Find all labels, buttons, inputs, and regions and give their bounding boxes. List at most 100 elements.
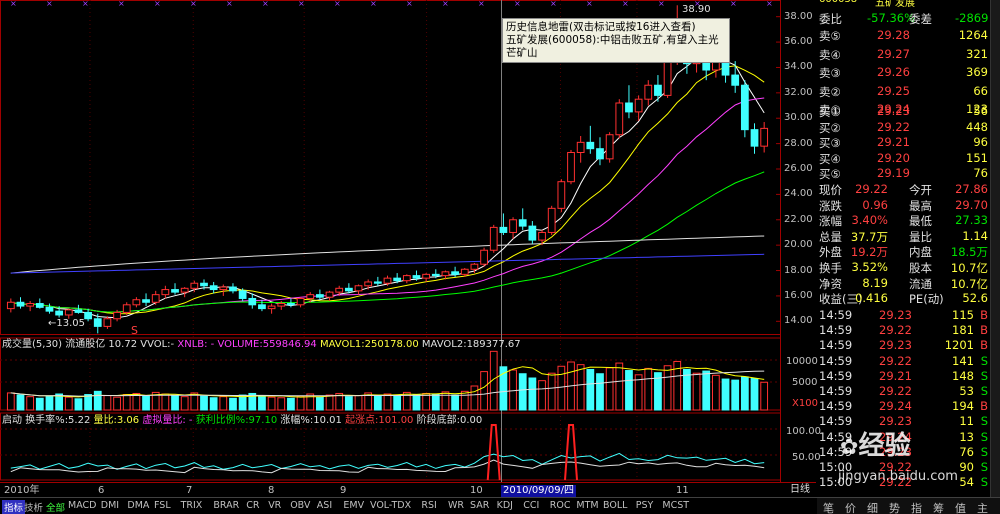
- quote-tab[interactable]: 筹: [933, 500, 944, 514]
- indicator-tab[interactable]: BOLL: [603, 500, 627, 511]
- candle-body: [325, 291, 334, 298]
- stat-value: 8.19: [862, 275, 888, 290]
- tooltip-line-2: 五矿发展(600058):中铝击败五矿,有望入主光芒矿山: [506, 34, 719, 59]
- sell-order-row[interactable]: 卖② 29.25 66: [817, 84, 992, 99]
- indicator-tab[interactable]: ASI: [317, 500, 332, 511]
- indicator-tab[interactable]: CR: [246, 500, 259, 511]
- tick-row: 14:59 29.21 148 S: [817, 369, 992, 384]
- candle-body: [219, 286, 228, 291]
- buy-order-row[interactable]: 买① 29.23 56: [817, 104, 992, 119]
- indicator-tab[interactable]: EMV: [343, 500, 364, 511]
- tick-price: 29.24: [879, 399, 912, 414]
- indicator-tab[interactable]: PSY: [636, 500, 654, 511]
- price-axis-label: 22.00: [784, 213, 813, 225]
- vol-axis-unit: X100: [792, 398, 818, 409]
- indicator-tab[interactable]: DMA: [127, 500, 149, 511]
- price-axis-label: 26.00: [784, 163, 813, 174]
- svg-text:×: ×: [370, 0, 377, 8]
- stat-value: 29.22: [855, 182, 888, 196]
- volume-bar: [557, 365, 566, 411]
- indicator-tab[interactable]: FSL: [154, 500, 171, 511]
- tick-time: 14:59: [819, 308, 853, 322]
- indicator-tab[interactable]: 技析: [24, 500, 43, 514]
- order-label: 买③: [819, 136, 841, 150]
- tick-price: 29.22: [879, 384, 912, 398]
- candle-body: [557, 181, 566, 209]
- svg-text:×: ×: [586, 0, 593, 8]
- indicator-tab[interactable]: SAR: [470, 500, 489, 511]
- quote-tab[interactable]: 细: [867, 500, 878, 514]
- vol-xnlb: XNLB: - VOLUME:559846.94: [177, 339, 317, 350]
- indicator-tab[interactable]: 指标: [2, 500, 26, 514]
- order-volume: 96: [973, 135, 988, 149]
- candle-body: [171, 289, 179, 293]
- svg-text:×: ×: [190, 0, 197, 8]
- stat-label: 现价: [819, 183, 842, 197]
- volume-indicator-title: 成交量(5,30) 流通股亿 10.72 VVOL:- XNLB: - VOLU…: [2, 340, 521, 350]
- candle-body: [634, 98, 643, 113]
- svg-text:×: ×: [550, 0, 557, 8]
- indicator-tab[interactable]: 全部: [46, 500, 65, 514]
- indicator-tab[interactable]: BRAR: [213, 500, 239, 511]
- indicator-tab[interactable]: MCST: [662, 500, 689, 511]
- quote-tab[interactable]: 值: [955, 500, 966, 514]
- volume-bar: [344, 396, 353, 411]
- stat-label: 涨跌: [819, 198, 842, 213]
- qd-vratio: 虚拟量比: -: [142, 415, 193, 426]
- tick-direction: S: [980, 429, 988, 444]
- candle-body: [373, 281, 382, 284]
- volume-bar: [625, 370, 633, 411]
- indicator-tab[interactable]: MACD: [68, 500, 96, 511]
- candle-body: [277, 303, 286, 307]
- tick-direction: S: [980, 414, 988, 429]
- candle-body: [518, 219, 527, 227]
- candle-body: [740, 84, 749, 131]
- svg-text:×: ×: [478, 0, 485, 8]
- sell-order-row[interactable]: 卖⑤ 29.28 1264: [817, 28, 992, 43]
- quote-tab[interactable]: 势: [889, 500, 900, 514]
- stat-label: 今开: [909, 183, 932, 197]
- quote-scrollbar[interactable]: [990, 0, 1000, 497]
- sell-order-row[interactable]: 卖④ 29.27 321: [817, 47, 992, 62]
- indicator-tab[interactable]: RSI: [421, 500, 436, 511]
- buy-order-row[interactable]: 买③ 29.21 96: [817, 135, 992, 150]
- stat-value: 10.7亿: [950, 276, 988, 291]
- quote-tab[interactable]: 价: [845, 500, 856, 514]
- buy-order-row[interactable]: 买④ 29.20 151: [817, 151, 992, 166]
- indicator-tab[interactable]: CCI: [523, 500, 539, 511]
- indicator-tab[interactable]: ROC: [550, 500, 571, 511]
- candle-body: [344, 287, 353, 292]
- indicator-tab[interactable]: MTM: [576, 500, 598, 511]
- volume-bar: [103, 395, 112, 411]
- buy-order-row[interactable]: 买② 29.22 448: [817, 120, 992, 135]
- candle-body: [422, 273, 431, 279]
- volume-bar: [277, 397, 286, 411]
- volume-bar: [26, 396, 35, 411]
- tick-time: 14:59: [819, 353, 853, 368]
- indicator-tab[interactable]: VR: [268, 500, 281, 511]
- buy-order-row[interactable]: 买⑤ 29.19 76: [817, 166, 992, 181]
- indicator-tab[interactable]: DMI: [101, 500, 119, 511]
- tick-direction: S: [980, 444, 988, 459]
- quote-tab[interactable]: 主: [977, 500, 988, 514]
- indicator-tab[interactable]: TRIX: [181, 500, 203, 511]
- ma-line-40: [10, 171, 765, 313]
- candle-body: [93, 318, 102, 327]
- order-price: 29.19: [877, 166, 910, 180]
- volume-bar: [393, 394, 402, 411]
- indicator-tab[interactable]: VOL-TDX: [370, 500, 411, 511]
- candle-body: [644, 84, 653, 100]
- svg-text:×: ×: [658, 0, 665, 8]
- tick-volume: 141: [952, 353, 974, 368]
- stat-value: 52.6: [962, 291, 988, 305]
- quote-tab[interactable]: 笔: [823, 500, 834, 514]
- candle-body: [354, 285, 363, 292]
- watermark: ✿经验: [840, 433, 910, 459]
- candle-body: [45, 306, 54, 312]
- quote-tab[interactable]: 指: [911, 500, 922, 514]
- indicator-tab[interactable]: WR: [448, 500, 464, 511]
- indicator-tab[interactable]: OBV: [290, 500, 310, 511]
- candle-body: [151, 294, 160, 303]
- indicator-tab[interactable]: KDJ: [497, 500, 513, 511]
- sell-order-row[interactable]: 卖③ 29.26 369: [817, 65, 992, 80]
